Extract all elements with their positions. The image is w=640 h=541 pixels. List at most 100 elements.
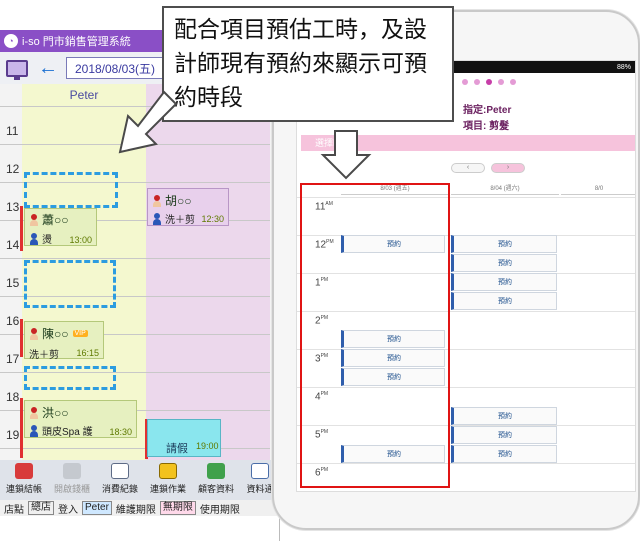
service-name: 洗＋剪 <box>29 350 59 361</box>
callout-box: 配合項目預估工時，及設計師現有預約來顯示可預約時段 <box>162 6 454 122</box>
hour-label: 11 <box>6 124 19 138</box>
step-dot <box>462 79 468 85</box>
staff-header-peter: Peter <box>69 88 99 102</box>
hour-label: 12 <box>6 162 20 176</box>
hour-line <box>0 258 270 259</box>
service-name: 頭皮Spa 護 <box>42 427 93 438</box>
service-name: 洗＋剪 <box>165 215 195 226</box>
step-dot-active <box>486 79 492 85</box>
customer-name: 胡○○ <box>165 194 192 208</box>
step-dot <box>498 79 504 85</box>
login-value: Peter <box>82 501 112 515</box>
step-dot <box>510 79 516 85</box>
booking-slot[interactable]: 預約 <box>451 254 557 272</box>
customer-data-label: 顧客資料 <box>197 484 234 494</box>
maintenance-value: 無期限 <box>159 501 196 515</box>
stylist-icon <box>29 232 39 245</box>
selected-item: 項目: 剪髮 <box>463 121 510 132</box>
day-header: 8/0 <box>561 183 635 195</box>
cash-register-icon <box>15 463 33 479</box>
maintenance-label: 維護期限 <box>115 504 156 516</box>
leave-time: 19:00 <box>196 441 219 451</box>
back-arrow-icon[interactable]: ← <box>38 58 58 78</box>
hour-label: 13 <box>6 200 20 214</box>
battery-level: 88% <box>616 63 631 71</box>
stylist-icon <box>152 212 162 225</box>
hour-label: 18 <box>6 390 20 404</box>
customer-name: 洪○○ <box>42 406 69 420</box>
day-header: 8/04 (週六) <box>451 183 559 195</box>
step-dot <box>474 79 480 85</box>
hour-label: 17 <box>6 352 20 366</box>
booking-slot[interactable]: 預約 <box>451 407 557 425</box>
status-bar: 店點 總店 登入 Peter 維護期限 無期限 使用期限 <box>0 500 279 516</box>
appointment-time: 18:30 <box>109 427 132 437</box>
customer-name: 陳○○ <box>42 327 69 341</box>
chain-checkout-button[interactable]: 連鎖結帳 <box>0 460 48 500</box>
customer-data-button[interactable]: 顧客資料 <box>192 460 240 500</box>
appointment-block[interactable]: 蕭○○ 燙 13:00 <box>24 208 97 246</box>
time-section-header: 選擇時間 <box>301 135 635 151</box>
available-slot-highlight <box>24 172 118 208</box>
female-customer-icon <box>152 194 162 207</box>
hour-label: 16 <box>6 314 20 328</box>
booking-slot[interactable]: 預約 <box>451 273 557 291</box>
available-slot-highlight <box>24 366 116 390</box>
chain-operations-button[interactable]: 連鎖作業 <box>144 460 192 500</box>
staff-calendar: Peter 11 12 13 14 15 16 17 18 19 20 <box>0 84 279 478</box>
vip-badge: VIP <box>72 330 88 337</box>
purchase-history-button[interactable]: 消費紀錄 <box>96 460 144 500</box>
assigned-stylist: 指定:Peter <box>463 105 512 116</box>
next-week-button[interactable]: › <box>491 163 525 173</box>
appointment-block[interactable]: 陳○○ VIP 洗＋剪 16:15 <box>24 321 104 361</box>
composite-screenshot: ◔ i-so 門市銷售管理系統 ← 2018/08/03(五) Peter 11… <box>0 0 640 541</box>
booking-slot[interactable]: 預約 <box>451 292 557 310</box>
appointment-block[interactable]: 洪○○ 頭皮Spa 護 18:30 <box>24 400 137 438</box>
hour-label: 19 <box>6 428 20 442</box>
appointment-time: 13:00 <box>69 235 92 245</box>
appointment-block[interactable]: 胡○○ 洗＋剪 12:30 <box>147 188 229 226</box>
customers-icon <box>207 463 225 479</box>
customer-name: 蕭○○ <box>42 213 69 227</box>
service-name: 燙 <box>42 235 52 246</box>
cash-drawer-icon <box>63 463 81 479</box>
female-customer-icon <box>29 213 39 226</box>
booking-marker <box>20 206 23 251</box>
appointment-time: 16:15 <box>76 348 99 358</box>
data-search-icon <box>251 463 269 479</box>
available-times-highlight <box>300 183 450 488</box>
monitor-icon[interactable] <box>6 59 28 80</box>
open-drawer-button[interactable]: 開啟錢櫃 <box>48 460 96 500</box>
purchase-history-label: 消費紀錄 <box>101 484 138 494</box>
female-customer-icon <box>29 406 39 419</box>
chain-operations-label: 連鎖作業 <box>149 484 186 494</box>
hour-line <box>0 448 270 449</box>
login-label: 登入 <box>58 504 78 516</box>
prev-week-button[interactable]: ‹ <box>451 163 485 173</box>
store-label: 店點 <box>4 504 24 516</box>
hour-line <box>0 144 270 145</box>
female-customer-icon <box>29 327 39 340</box>
stylist-icon <box>29 424 39 437</box>
booking-marker <box>20 398 23 458</box>
staff-column-other[interactable] <box>146 84 270 460</box>
booking-slot[interactable]: 預約 <box>451 426 557 444</box>
booking-slot[interactable]: 預約 <box>451 445 557 463</box>
document-list-icon <box>111 463 129 479</box>
usage-label: 使用期限 <box>199 504 240 516</box>
available-slot-highlight <box>24 260 116 308</box>
data-sync-label: 資料通 <box>246 484 274 494</box>
chain-checkout-label: 連鎖結帳 <box>5 484 42 494</box>
booking-slot[interactable]: 預約 <box>451 235 557 253</box>
date-field[interactable]: 2018/08/03(五) <box>66 57 164 79</box>
store-value: 總店 <box>28 501 54 515</box>
leave-label: 請假 <box>166 443 188 455</box>
leave-block[interactable]: 請假 19:00 <box>147 419 221 457</box>
exchange-icon <box>159 463 177 479</box>
appointment-time: 12:30 <box>201 214 224 224</box>
app-title: i-so 門市銷售管理系統 <box>22 36 131 48</box>
hour-label: 15 <box>6 276 20 290</box>
hour-label: 14 <box>6 238 20 252</box>
booking-marker <box>20 319 23 357</box>
app-logo-icon: ◔ <box>4 34 18 48</box>
